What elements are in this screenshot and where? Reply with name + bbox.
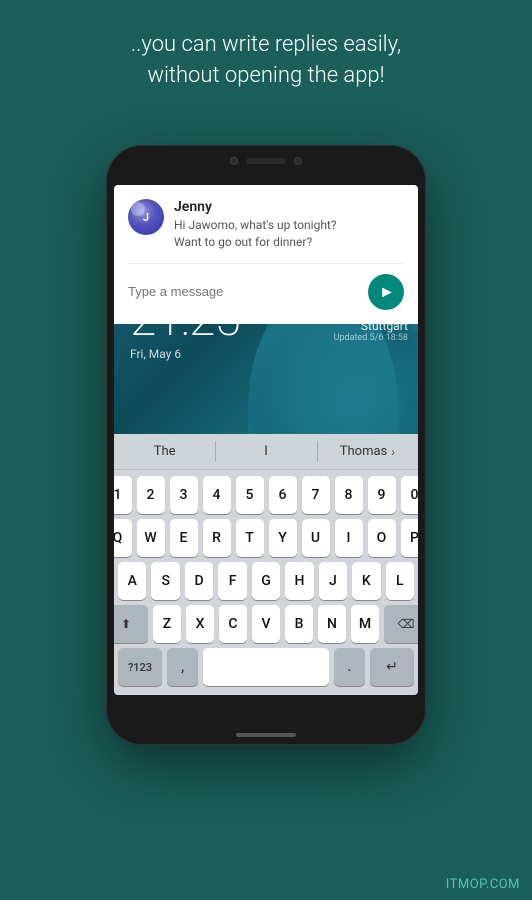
key-u[interactable]: U bbox=[302, 519, 330, 557]
avatar: J bbox=[128, 199, 164, 235]
shift-button[interactable]: ⬆ bbox=[114, 605, 148, 643]
key-k[interactable]: K bbox=[352, 562, 380, 600]
key-z[interactable]: Z bbox=[153, 605, 181, 643]
key-1[interactable]: 1 bbox=[114, 476, 132, 514]
key-l[interactable]: L bbox=[386, 562, 414, 600]
keyboard-area: The I Thomas › 1 2 3 bbox=[114, 434, 418, 695]
key-e[interactable]: E bbox=[170, 519, 198, 557]
comma-key[interactable]: , bbox=[167, 648, 198, 686]
key-0[interactable]: 0 bbox=[401, 476, 419, 514]
key-p[interactable]: P bbox=[401, 519, 419, 557]
autocomplete-item-2[interactable]: I bbox=[215, 434, 316, 469]
phone-speaker bbox=[246, 158, 286, 164]
key-2[interactable]: 2 bbox=[137, 476, 165, 514]
delete-button[interactable]: ⌫ bbox=[384, 605, 418, 643]
qwerty-row: Q W E R T Y U I O P bbox=[118, 519, 414, 557]
key-f[interactable]: F bbox=[218, 562, 246, 600]
phone-sensor bbox=[294, 157, 302, 165]
keyboard-rows: 1 2 3 4 5 6 7 8 9 0 Q W bbox=[114, 470, 418, 695]
reply-input[interactable] bbox=[128, 284, 360, 299]
message-line2: Want to go out for dinner? bbox=[174, 234, 404, 251]
key-b[interactable]: B bbox=[285, 605, 313, 643]
autocomplete-item-1[interactable]: The bbox=[114, 434, 215, 469]
phone-body: J Jenny Hi Jawomo, what's up tonight? Wa… bbox=[106, 145, 426, 745]
message-line1: Hi Jawomo, what's up tonight? bbox=[174, 217, 404, 234]
enter-button[interactable]: ↵ bbox=[370, 648, 414, 686]
key-7[interactable]: 7 bbox=[302, 476, 330, 514]
key-g[interactable]: G bbox=[252, 562, 280, 600]
key-j[interactable]: J bbox=[319, 562, 347, 600]
chevron-right-icon: › bbox=[391, 445, 395, 459]
key-x[interactable]: X bbox=[186, 605, 214, 643]
key-3[interactable]: 3 bbox=[170, 476, 198, 514]
enter-icon: ↵ bbox=[386, 659, 398, 675]
space-row: ?123 , . ↵ bbox=[118, 648, 414, 686]
key-d[interactable]: D bbox=[185, 562, 213, 600]
weather-updated: Updated 5/6 18:58 bbox=[334, 333, 408, 343]
key-s[interactable]: S bbox=[151, 562, 179, 600]
key-q[interactable]: Q bbox=[114, 519, 132, 557]
key-y[interactable]: Y bbox=[269, 519, 297, 557]
key-h[interactable]: H bbox=[285, 562, 313, 600]
key-v[interactable]: V bbox=[252, 605, 280, 643]
key-r[interactable]: R bbox=[203, 519, 231, 557]
key-m[interactable]: M bbox=[351, 605, 379, 643]
key-4[interactable]: 4 bbox=[203, 476, 231, 514]
key-w[interactable]: W bbox=[137, 519, 165, 557]
key-n[interactable]: N bbox=[318, 605, 346, 643]
promo-line2: without opening the app! bbox=[30, 61, 502, 92]
zxcv-row: ⬆ Z X C V B N M ⌫ bbox=[118, 605, 414, 643]
notification-message: Hi Jawomo, what's up tonight? Want to go… bbox=[174, 217, 404, 251]
shift-icon: ⬆ bbox=[121, 617, 131, 631]
key-8[interactable]: 8 bbox=[335, 476, 363, 514]
send-button[interactable]: ► bbox=[368, 274, 404, 310]
key-5[interactable]: 5 bbox=[236, 476, 264, 514]
autocomplete-item-3[interactable]: Thomas › bbox=[317, 434, 418, 469]
reply-area[interactable]: ► bbox=[128, 263, 404, 310]
notification-header: J Jenny Hi Jawomo, what's up tonight? Wa… bbox=[128, 199, 404, 251]
notification-card: J Jenny Hi Jawomo, what's up tonight? Wa… bbox=[114, 185, 418, 324]
key-i[interactable]: I bbox=[335, 519, 363, 557]
asdf-row: A S D F G H J K L bbox=[118, 562, 414, 600]
autocomplete-bar: The I Thomas › bbox=[114, 434, 418, 470]
space-key[interactable] bbox=[203, 648, 328, 686]
number-row: 1 2 3 4 5 6 7 8 9 0 bbox=[118, 476, 414, 514]
send-icon: ► bbox=[379, 282, 395, 302]
phone-container: J Jenny Hi Jawomo, what's up tonight? Wa… bbox=[106, 145, 426, 745]
phone-screen: J Jenny Hi Jawomo, what's up tonight? Wa… bbox=[114, 185, 418, 695]
sender-name: Jenny bbox=[174, 199, 404, 215]
key-c[interactable]: C bbox=[219, 605, 247, 643]
phone-home-indicator bbox=[236, 733, 296, 737]
period-key[interactable]: . bbox=[334, 648, 365, 686]
symbols-button[interactable]: ?123 bbox=[118, 648, 162, 686]
phone-camera-icon bbox=[230, 157, 238, 165]
key-a[interactable]: A bbox=[118, 562, 146, 600]
notification-content: Jenny Hi Jawomo, what's up tonight? Want… bbox=[174, 199, 404, 251]
phone-top-bar bbox=[230, 157, 302, 165]
key-o[interactable]: O bbox=[368, 519, 396, 557]
delete-icon: ⌫ bbox=[398, 617, 415, 631]
key-t[interactable]: T bbox=[236, 519, 264, 557]
watermark: ITMOP.COM bbox=[446, 877, 520, 892]
promo-text: ..you can write replies easily, without … bbox=[0, 0, 532, 112]
promo-line1: ..you can write replies easily, bbox=[30, 30, 502, 61]
lock-date: Fri, May 6 bbox=[130, 347, 247, 361]
key-9[interactable]: 9 bbox=[368, 476, 396, 514]
key-6[interactable]: 6 bbox=[269, 476, 297, 514]
